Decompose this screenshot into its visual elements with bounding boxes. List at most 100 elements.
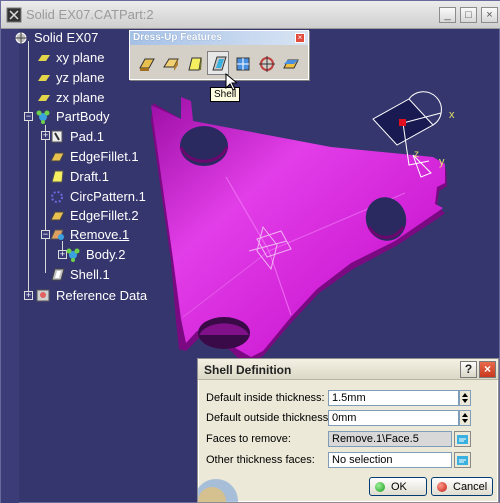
draft-tool[interactable] [183, 51, 205, 75]
window-title-bar[interactable]: Solid EX07.CATPart:2 _ □ × [1, 1, 500, 29]
pattern-icon [49, 189, 66, 204]
plane-icon [35, 50, 52, 65]
tree-item-shell[interactable]: Shell.1 [49, 265, 110, 283]
tree-item-pad[interactable]: Pad.1 [49, 127, 104, 145]
draft-icon [49, 169, 66, 184]
body-icon [35, 109, 52, 124]
faces-to-remove-field[interactable]: Remove.1\Face.5 [328, 431, 452, 447]
remove-icon [49, 227, 66, 242]
shell-icon [49, 267, 66, 282]
plane-icon [35, 90, 52, 105]
edge-fillet-icon [139, 58, 155, 71]
faces-to-remove-picker[interactable] [454, 431, 471, 447]
tree-root[interactable]: Solid EX07 [13, 28, 98, 46]
dialog-close-button[interactable]: × [479, 361, 496, 378]
expand-reference-toggle[interactable]: + [24, 291, 33, 300]
thread-icon [259, 56, 275, 72]
tree-line [45, 125, 46, 273]
tree-item-partbody[interactable]: PartBody [35, 107, 109, 125]
dialog-title-bar[interactable]: Shell Definition ? × [198, 359, 498, 380]
remove-face-icon [283, 59, 299, 69]
tree-item-label: xy plane [56, 49, 105, 65]
faces-to-remove-row: Faces to remove: [206, 430, 328, 448]
toolbar-title: Dress-Up Features [130, 31, 308, 45]
dress-up-features-toolbar[interactable]: Dress-Up Features × [129, 30, 309, 80]
tree-item-label: yz plane [56, 69, 105, 85]
tree-item-label: EdgeFillet.1 [70, 148, 139, 164]
fillet-icon [49, 149, 66, 164]
plane-icon [35, 70, 52, 85]
other-thickness-picker[interactable] [454, 452, 471, 468]
maximize-button[interactable]: □ [460, 7, 477, 23]
ok-button[interactable]: OK [369, 477, 427, 496]
expand-partbody-toggle[interactable]: − [24, 112, 33, 121]
other-thickness-field[interactable]: No selection [328, 452, 452, 468]
tree-item-xy-plane[interactable]: xy plane [35, 48, 104, 66]
compass-z-label: z [414, 149, 419, 160]
body-icon [65, 247, 82, 262]
catia-window: x y z Solid EX07.CATPart:2 _ □ × Solid E… [0, 0, 500, 503]
thickness-tool[interactable] [231, 51, 253, 75]
tree-item-label: Body.2 [86, 246, 126, 262]
shell-tool[interactable] [207, 51, 229, 75]
toolbar-close-button[interactable]: × [295, 33, 305, 43]
faces-to-remove-label: Faces to remove: [206, 433, 291, 445]
ok-icon [375, 481, 385, 492]
tree-item-label: Shell.1 [70, 266, 110, 282]
minimize-icon: _ [444, 9, 451, 21]
tree-item-label: CircPattern.1 [70, 188, 146, 204]
cancel-label: Cancel [453, 480, 488, 493]
help-icon: ? [464, 362, 473, 376]
tree-item-circpattern[interactable]: CircPattern.1 [49, 187, 146, 205]
inside-thickness-row: Default inside thickness: [206, 389, 328, 407]
tree-item-reference-data[interactable]: Reference Data [35, 286, 147, 304]
cancel-button[interactable]: Cancel [431, 477, 493, 496]
tree-item-label: zx plane [56, 89, 105, 105]
catia-logo-icon [198, 479, 238, 502]
outside-thickness-label: Default outside thickness: [206, 412, 332, 424]
shell-icon [212, 56, 227, 71]
compass-y-label: y [439, 156, 445, 168]
tree-root-label: Solid EX07 [34, 29, 99, 45]
maximize-icon: □ [465, 9, 472, 21]
outside-thickness-field[interactable]: 0mm [328, 410, 459, 426]
tree-item-label: Draft.1 [70, 168, 110, 184]
catia-app-icon [6, 7, 22, 23]
selection-list-icon [457, 435, 468, 444]
tree-item-edgefillet-2[interactable]: EdgeFillet.2 [49, 206, 139, 224]
tree-item-label: PartBody [56, 108, 110, 124]
help-button[interactable]: ? [460, 361, 477, 378]
tree-item-yz-plane[interactable]: yz plane [35, 68, 104, 86]
cancel-icon [437, 481, 447, 492]
tree-item-remove[interactable]: Remove.1 [49, 225, 129, 243]
outside-thickness-row: Default outside thickness: [206, 409, 332, 427]
tree-item-zx-plane[interactable]: zx plane [35, 88, 104, 106]
thread-tool[interactable] [255, 51, 277, 75]
chamfer-tool[interactable] [159, 51, 181, 75]
inside-thickness-field[interactable]: 1.5mm [328, 390, 459, 406]
thickness-icon [236, 57, 250, 71]
tree-line [28, 41, 29, 295]
tree-item-label: EdgeFillet.2 [70, 207, 139, 223]
close-button[interactable]: × [481, 7, 498, 23]
minimize-button[interactable]: _ [439, 7, 456, 23]
specification-tree-bar [1, 29, 19, 503]
dialog-title: Shell Definition [204, 363, 292, 377]
selection-list-icon [457, 456, 468, 465]
close-icon: × [483, 362, 491, 376]
outside-thickness-spinner[interactable] [459, 410, 471, 426]
tree-item-edgefillet-1[interactable]: EdgeFillet.1 [49, 147, 139, 165]
tree-item-body2[interactable]: Body.2 [65, 245, 126, 263]
edge-fillet-tool[interactable] [135, 51, 157, 75]
inside-thickness-spinner[interactable] [459, 390, 471, 406]
draft-angle-icon [188, 57, 202, 71]
mouse-cursor-icon [225, 73, 237, 91]
close-icon: × [297, 33, 303, 42]
reference-icon [35, 288, 52, 303]
close-icon: × [486, 9, 493, 21]
product-icon [13, 30, 30, 45]
tree-item-label: Remove.1 [70, 226, 130, 242]
remove-face-tool[interactable] [279, 51, 301, 75]
tree-item-draft[interactable]: Draft.1 [49, 167, 109, 185]
tree-item-label: Reference Data [56, 287, 148, 303]
